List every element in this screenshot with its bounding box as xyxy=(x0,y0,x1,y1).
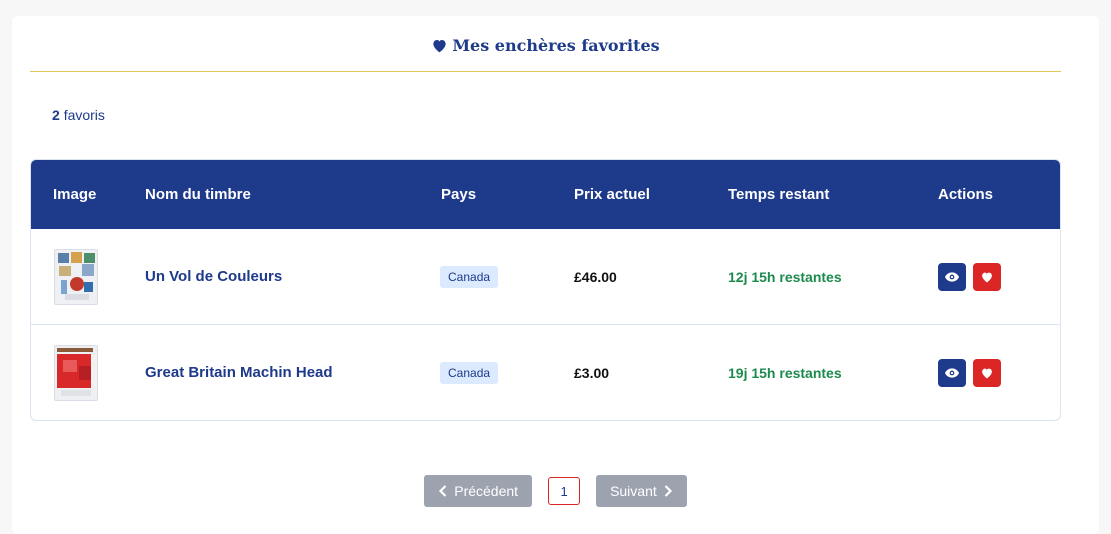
chevron-right-icon xyxy=(664,485,672,497)
page-title-text: Mes enchères favorites xyxy=(452,36,660,55)
next-page-label: Suivant xyxy=(610,483,657,499)
current-price: £3.00 xyxy=(574,364,610,381)
remove-favorite-button[interactable] xyxy=(973,262,1001,291)
column-header-time: Temps restant xyxy=(728,186,830,203)
price-cell: £3.00 xyxy=(574,325,609,420)
country-badge: Canada xyxy=(440,361,499,384)
stamp-name-cell: Great Britain Machin Head xyxy=(145,325,333,420)
country-cell: Canada xyxy=(440,229,499,324)
broken-heart-icon xyxy=(982,368,992,378)
heart-icon xyxy=(431,38,448,57)
time-cell: 19j 15h restantes xyxy=(728,325,842,420)
stamp-name-cell: Un Vol de Couleurs xyxy=(145,229,282,324)
previous-page-button[interactable]: Précédent xyxy=(424,475,533,507)
country-badge: Canada xyxy=(440,265,499,288)
column-header-name: Nom du timbre xyxy=(145,186,251,203)
column-header-price: Prix actuel xyxy=(574,186,650,203)
time-cell: 12j 15h restantes xyxy=(728,229,842,324)
favorites-table: Image Nom du timbre Pays Prix actuel Tem… xyxy=(30,159,1061,421)
time-remaining: 12j 15h restantes xyxy=(728,268,842,285)
view-button[interactable] xyxy=(938,358,966,387)
page-title: Mes enchères favorites xyxy=(30,36,1061,57)
table-header: Image Nom du timbre Pays Prix actuel Tem… xyxy=(31,160,1060,229)
column-header-actions: Actions xyxy=(938,186,994,203)
pagination: Précédent 1 Suivant xyxy=(0,475,1111,507)
column-header-country: Pays xyxy=(441,186,477,203)
remove-favorite-button[interactable] xyxy=(973,358,1001,387)
stamp-name-link[interactable]: Un Vol de Couleurs xyxy=(145,268,282,285)
table-row: Un Vol de Couleurs Canada £46.00 12j 15h… xyxy=(31,229,1060,325)
favorites-count-number: 2 xyxy=(52,107,60,123)
title-divider xyxy=(30,71,1061,72)
eye-icon xyxy=(945,367,959,378)
price-cell: £46.00 xyxy=(574,229,617,324)
stamp-image-cell xyxy=(54,325,98,420)
chevron-left-icon xyxy=(439,485,447,497)
next-page-button[interactable]: Suivant xyxy=(596,475,687,507)
page-number-current[interactable]: 1 xyxy=(548,477,581,505)
time-remaining: 19j 15h restantes xyxy=(728,364,842,381)
eye-icon xyxy=(945,271,959,282)
stamp-image-cell xyxy=(54,229,98,324)
favorites-count: 2 favoris xyxy=(52,107,105,123)
favorites-count-label: favoris xyxy=(63,107,105,123)
current-price: £46.00 xyxy=(574,268,617,285)
stamp-name-link[interactable]: Great Britain Machin Head xyxy=(145,364,333,381)
stamp-thumbnail[interactable] xyxy=(54,344,98,401)
stamp-thumbnail[interactable] xyxy=(54,248,98,305)
actions-cell xyxy=(938,229,1008,324)
table-row: Great Britain Machin Head Canada £3.00 1… xyxy=(31,325,1060,420)
previous-page-label: Précédent xyxy=(454,483,519,499)
column-header-image: Image xyxy=(53,186,97,203)
country-cell: Canada xyxy=(440,325,499,420)
actions-cell xyxy=(938,325,1008,420)
broken-heart-icon xyxy=(982,272,992,282)
view-button[interactable] xyxy=(938,262,966,291)
